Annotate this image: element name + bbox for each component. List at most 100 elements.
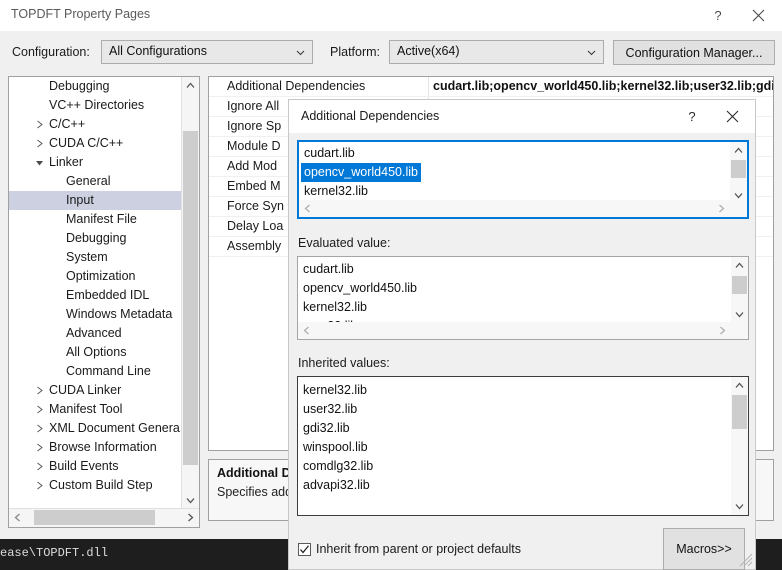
evaluated-scroll-thumb[interactable] [732,276,747,294]
tree-item-xml-document-genera[interactable]: XML Document Genera [9,419,182,438]
list-item[interactable]: opencv_world450.lib [298,279,730,298]
property-row[interactable]: Additional Dependencies cudart.lib;opencv… [209,77,773,97]
tree-vertical-scrollbar[interactable] [181,77,199,509]
evaluated-horizontal-scrollbar[interactable] [298,322,748,339]
tree-scroll-thumb[interactable] [183,131,198,465]
tree-item-input[interactable]: Input [9,191,182,210]
list-item[interactable]: kernel32.lib [298,298,730,317]
dialog-close-button[interactable] [717,102,747,130]
console-output-text: ease\TOPDFT.dll [0,546,109,560]
scroll-left-icon[interactable] [299,200,316,217]
inherit-defaults-checkbox[interactable] [298,542,311,556]
close-icon [752,9,764,21]
close-icon [726,110,738,122]
list-item[interactable]: gdi32.lib [298,419,730,438]
resize-grip-icon[interactable] [739,553,753,567]
window-title: TOPDFT Property Pages [11,7,151,21]
property-name: Module D [227,139,281,153]
scroll-up-icon[interactable] [730,142,747,159]
tree-item-general[interactable]: General [9,172,182,191]
scroll-up-icon[interactable] [731,257,748,274]
tree-item-manifest-file[interactable]: Manifest File [9,210,182,229]
inherit-defaults-checkbox-row[interactable]: Inherit from parent or project defaults [298,542,521,556]
list-item[interactable]: kernel32.lib [298,381,730,400]
tree-item-manifest-tool[interactable]: Manifest Tool [9,400,182,419]
scroll-right-icon[interactable] [714,322,731,339]
tree-item-debugging[interactable]: Debugging [9,229,182,248]
evaluated-vertical-scrollbar[interactable] [731,257,748,323]
scroll-down-icon[interactable] [182,492,199,509]
dependencies-edit-lines[interactable]: cudart.lib opencv_world450.lib kernel32.li… [299,144,731,202]
tree-horizontal-scrollbar[interactable] [9,508,199,527]
expander-closed-icon[interactable] [31,400,47,419]
list-item[interactable]: kernel32.lib [299,182,731,201]
inherited-scroll-thumb[interactable] [732,395,747,429]
tree-item-build-events[interactable]: Build Events [9,457,182,476]
scroll-left-icon[interactable] [298,322,315,339]
edit-vertical-scrollbar[interactable] [730,142,747,204]
tree-item-cuda-linker[interactable]: CUDA Linker [9,381,182,400]
scroll-up-icon[interactable] [182,77,199,94]
tree-item-optimization[interactable]: Optimization [9,267,182,286]
list-item[interactable]: user32.lib [298,400,730,419]
edit-scroll-thumb[interactable] [731,160,746,178]
scroll-right-icon[interactable] [713,200,730,217]
tree-item-c-c[interactable]: C/C++ [9,115,182,134]
tree-item-linker[interactable]: Linker [9,153,182,172]
window-help-button[interactable]: ? [700,0,736,30]
tree-item-system[interactable]: System [9,248,182,267]
property-name: Delay Loa [227,219,284,233]
property-name: Add Mod [227,159,278,173]
configuration-dropdown[interactable]: All Configurations [101,40,313,64]
tree-item-browse-information[interactable]: Browse Information [9,438,182,457]
list-item[interactable]: winspool.lib [298,438,730,457]
dependencies-edit-box[interactable]: cudart.lib opencv_world450.lib kernel32.li… [297,140,749,219]
inherited-vertical-scrollbar[interactable] [731,377,748,515]
inherited-values-box: kernel32.lib user32.lib gdi32.lib winspool.… [297,376,749,516]
tree-item-vc-directories[interactable]: VC++ Directories [9,96,182,115]
dialog-help-button[interactable]: ? [677,102,707,130]
property-tree[interactable]: Debugging VC++ Directories C/C++ CUDA C/C++… [9,77,182,509]
scroll-right-icon[interactable] [182,509,199,526]
question-mark-icon: ? [714,7,722,23]
edit-horizontal-scrollbar[interactable] [299,200,747,217]
list-item-selected[interactable]: opencv_world450.lib [299,163,731,182]
expander-closed-icon[interactable] [31,438,47,457]
platform-dropdown[interactable]: Active(x64) [389,40,604,64]
list-item[interactable]: advapi32.lib [298,476,730,495]
property-name: Ignore Sp [227,119,282,133]
expander-closed-icon[interactable] [31,134,47,153]
window-close-button[interactable] [740,0,776,30]
expander-closed-icon[interactable] [31,419,47,438]
list-item[interactable]: comdlg32.lib [298,457,730,476]
tree-item-label: VC++ Directories [49,98,145,112]
tree-item-all-options[interactable]: All Options [9,343,182,362]
tree-item-cuda-c-c[interactable]: CUDA C/C++ [9,134,182,153]
tree-item-command-line[interactable]: Command Line [9,362,182,381]
list-item[interactable]: cudart.lib [298,260,730,279]
tree-item-embedded-idl[interactable]: Embedded IDL [9,286,182,305]
tree-item-custom-build-step[interactable]: Custom Build Step [9,476,182,495]
list-item[interactable]: cudart.lib [299,144,731,163]
expander-closed-icon[interactable] [31,476,47,495]
additional-dependencies-dialog: Additional Dependencies ? cudart.lib open… [288,99,756,570]
tree-hscroll-thumb[interactable] [34,510,155,525]
scroll-up-icon[interactable] [731,377,748,394]
expander-closed-icon[interactable] [31,381,47,400]
scroll-down-icon[interactable] [731,306,748,323]
tree-item-label: Optimization [66,269,136,283]
scroll-down-icon[interactable] [731,498,748,515]
expander-closed-icon[interactable] [31,115,47,134]
tree-item-windows-metadata[interactable]: Windows Metadata [9,305,182,324]
question-mark-icon: ? [688,108,696,124]
expander-closed-icon[interactable] [31,457,47,476]
tree-item-advanced[interactable]: Advanced [9,324,182,343]
tree-item-debugging[interactable]: Debugging [9,77,182,96]
property-name: Force Syn [227,199,284,213]
scroll-left-icon[interactable] [9,509,26,526]
macros-button[interactable]: Macros>> [663,528,745,570]
expander-open-icon[interactable] [31,153,47,172]
tree-item-label: All Options [66,345,127,359]
description-title: Additional D [217,466,291,480]
configuration-manager-button[interactable]: Configuration Manager... [613,40,775,65]
